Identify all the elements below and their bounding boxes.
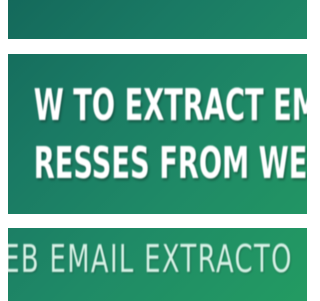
bottom-divider-bar	[8, 214, 307, 228]
subtitle: EB EMAIL EXTRACTO	[8, 237, 293, 281]
headline-line-2: RESSES FROM WEBS	[33, 138, 307, 189]
top-divider-bar	[8, 39, 307, 54]
headline-line-1: W TO EXTRACT EMA	[33, 80, 307, 131]
banner-panel: W TO EXTRACT EMA RESSES FROM WEBS EB EMA…	[8, 0, 307, 301]
thumbnail-card: W TO EXTRACT EMA RESSES FROM WEBS EB EMA…	[0, 0, 307, 301]
